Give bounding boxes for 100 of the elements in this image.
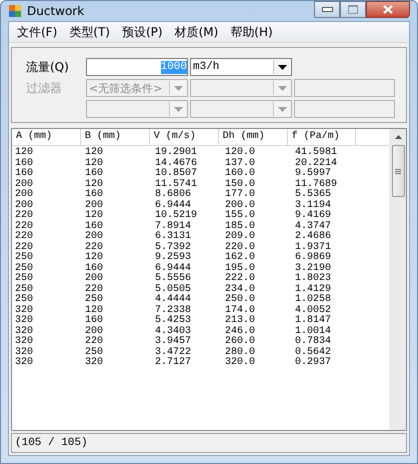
menu-item[interactable]: 类型(T): [64, 24, 115, 40]
column-header[interactable]: f (Pa/m): [288, 129, 356, 145]
table-cell-text: 4.0052: [294, 306, 332, 316]
table-cell-text: 160: [84, 316, 104, 326]
table-cell-text: 250.0: [224, 295, 256, 305]
table-cell-text: 5.0505: [154, 284, 192, 294]
table-cell-text: 250: [14, 284, 34, 294]
table-cell-text: 120: [84, 306, 104, 316]
table-cell-text: 160: [14, 158, 34, 168]
table-cell-text: 280.0: [224, 348, 256, 358]
record-count: (105 / 105): [15, 437, 88, 449]
table-cell-text: 120: [84, 253, 104, 263]
table-cell-text: 9.4169: [294, 211, 332, 221]
table-cell-text: 9.2593: [154, 253, 192, 263]
menu-item[interactable]: 文件(F): [12, 24, 62, 40]
table-cell-text: 3.4722: [154, 348, 192, 358]
unit-dropdown[interactable]: m3/h: [190, 58, 292, 76]
minimize-button[interactable]: [314, 1, 340, 18]
window-title: Ductwork: [27, 4, 84, 18]
table-cell-text: 120.0: [224, 148, 256, 158]
table-cell-text: 200.0: [224, 200, 256, 210]
table-cell-text: 6.9444: [154, 200, 192, 210]
table-cell-text: 250: [14, 253, 34, 263]
table-cell-text: 160.0: [224, 169, 256, 179]
table-cell-text: 10.8507: [154, 169, 198, 179]
menu-item[interactable]: 帮助(H): [225, 24, 278, 40]
table-cell-text: 4.3747: [294, 222, 332, 232]
table-cell-text: 2.7127: [154, 358, 192, 368]
table-cell-text: 6.3131: [154, 232, 192, 242]
vertical-scrollbar[interactable]: [389, 129, 406, 430]
table-cell-text: 3.9457: [154, 337, 192, 347]
table-cell-text: 185.0: [224, 222, 256, 232]
close-icon: [383, 5, 393, 14]
table-cell-text: 20.2214: [294, 158, 338, 168]
table-cell-text: 200: [84, 232, 104, 242]
table-cell-text: 1.9371: [294, 242, 332, 252]
maximize-icon: [348, 5, 358, 14]
table-cell-text: 320: [14, 316, 34, 326]
table-cell-text: 1.0258: [294, 295, 332, 305]
menu-item[interactable]: 材质(M): [170, 24, 224, 40]
table-cell-text: 160: [84, 264, 104, 274]
table-cell-text: 5.5365: [294, 190, 332, 200]
minimize-icon: [322, 7, 332, 12]
table-cell-text: 160: [84, 190, 104, 200]
table-cell-text: 250: [14, 295, 34, 305]
table-cell-text: 10.5219: [154, 211, 198, 221]
table-cell-text: 174.0: [224, 306, 256, 316]
table-cell-text: 7.8914: [154, 222, 192, 232]
table-cell-text: 200: [14, 190, 34, 200]
table-cell-text: 120: [14, 148, 34, 158]
table-cell-text: 160: [84, 222, 104, 232]
table-cell-text: 222.0: [224, 274, 256, 284]
table-cell-text: 1.4129: [294, 284, 332, 294]
scrollbar-thumb[interactable]: [392, 145, 404, 197]
table-cell-text: 234.0: [224, 284, 256, 294]
table-cell-text: 260.0: [224, 337, 256, 347]
table-cell-text: 209.0: [224, 232, 256, 242]
table-cell-text: 200: [84, 274, 104, 284]
table-cell-text: 4.4444: [154, 295, 192, 305]
table-cell-text: 162.0: [224, 253, 256, 263]
close-button[interactable]: [366, 1, 410, 18]
scroll-up-arrow-icon[interactable]: [394, 135, 402, 139]
table-cell-text: 213.0: [224, 316, 256, 326]
table-cell-text: 320: [14, 358, 34, 368]
maximize-button[interactable]: [340, 1, 366, 18]
table-cell-text: 0.5642: [294, 348, 332, 358]
table-cell-text: 320: [14, 337, 34, 347]
table-cell-text: 320: [14, 348, 34, 358]
table-cell-text: 220: [84, 284, 104, 294]
table-cell-text: 220.0: [224, 242, 256, 252]
table-cell-text: 150.0: [224, 180, 256, 190]
column-header[interactable]: B (mm): [80, 129, 150, 145]
table-cell-text: 220: [14, 222, 34, 232]
table-cell-text: 220: [84, 337, 104, 347]
table-cell-text: 250: [14, 274, 34, 284]
column-header[interactable]: V (m/s): [150, 129, 219, 145]
menu-item[interactable]: 预设(P): [116, 24, 168, 40]
column-header[interactable]: A (mm): [12, 129, 81, 145]
table-cell-text: 1.8023: [294, 274, 332, 284]
table-cell-text: 220: [14, 232, 34, 242]
table-cell-text: 177.0: [224, 190, 256, 200]
column-header[interactable]: Dh (mm): [218, 129, 288, 145]
table-cell-text: 160: [84, 169, 104, 179]
dropdown-arrow-icon: [174, 106, 182, 112]
table-cell-text: 11.5741: [154, 180, 198, 190]
dropdown-arrow-icon: [278, 106, 286, 112]
table-cell-text: 220: [14, 242, 34, 252]
table-cell-text: 5.5556: [154, 274, 192, 284]
dropdown-arrow-icon: [174, 86, 182, 90]
table-cell-text: 120: [84, 211, 104, 221]
table-cell-text: 220: [14, 211, 34, 221]
table-cell-text: 0.7834: [294, 337, 332, 347]
table-cell-text: 320: [14, 306, 34, 316]
table-cell-text: 5.7392: [154, 242, 192, 252]
table-cell-text: 250: [84, 295, 104, 305]
table-cell-text: 120: [84, 158, 104, 168]
table-cell-text: 1.0014: [294, 326, 332, 336]
table-cell-text: 3.1194: [294, 200, 332, 210]
app-icon: [8, 4, 22, 18]
table-cell-text: 3.2190: [294, 264, 332, 274]
